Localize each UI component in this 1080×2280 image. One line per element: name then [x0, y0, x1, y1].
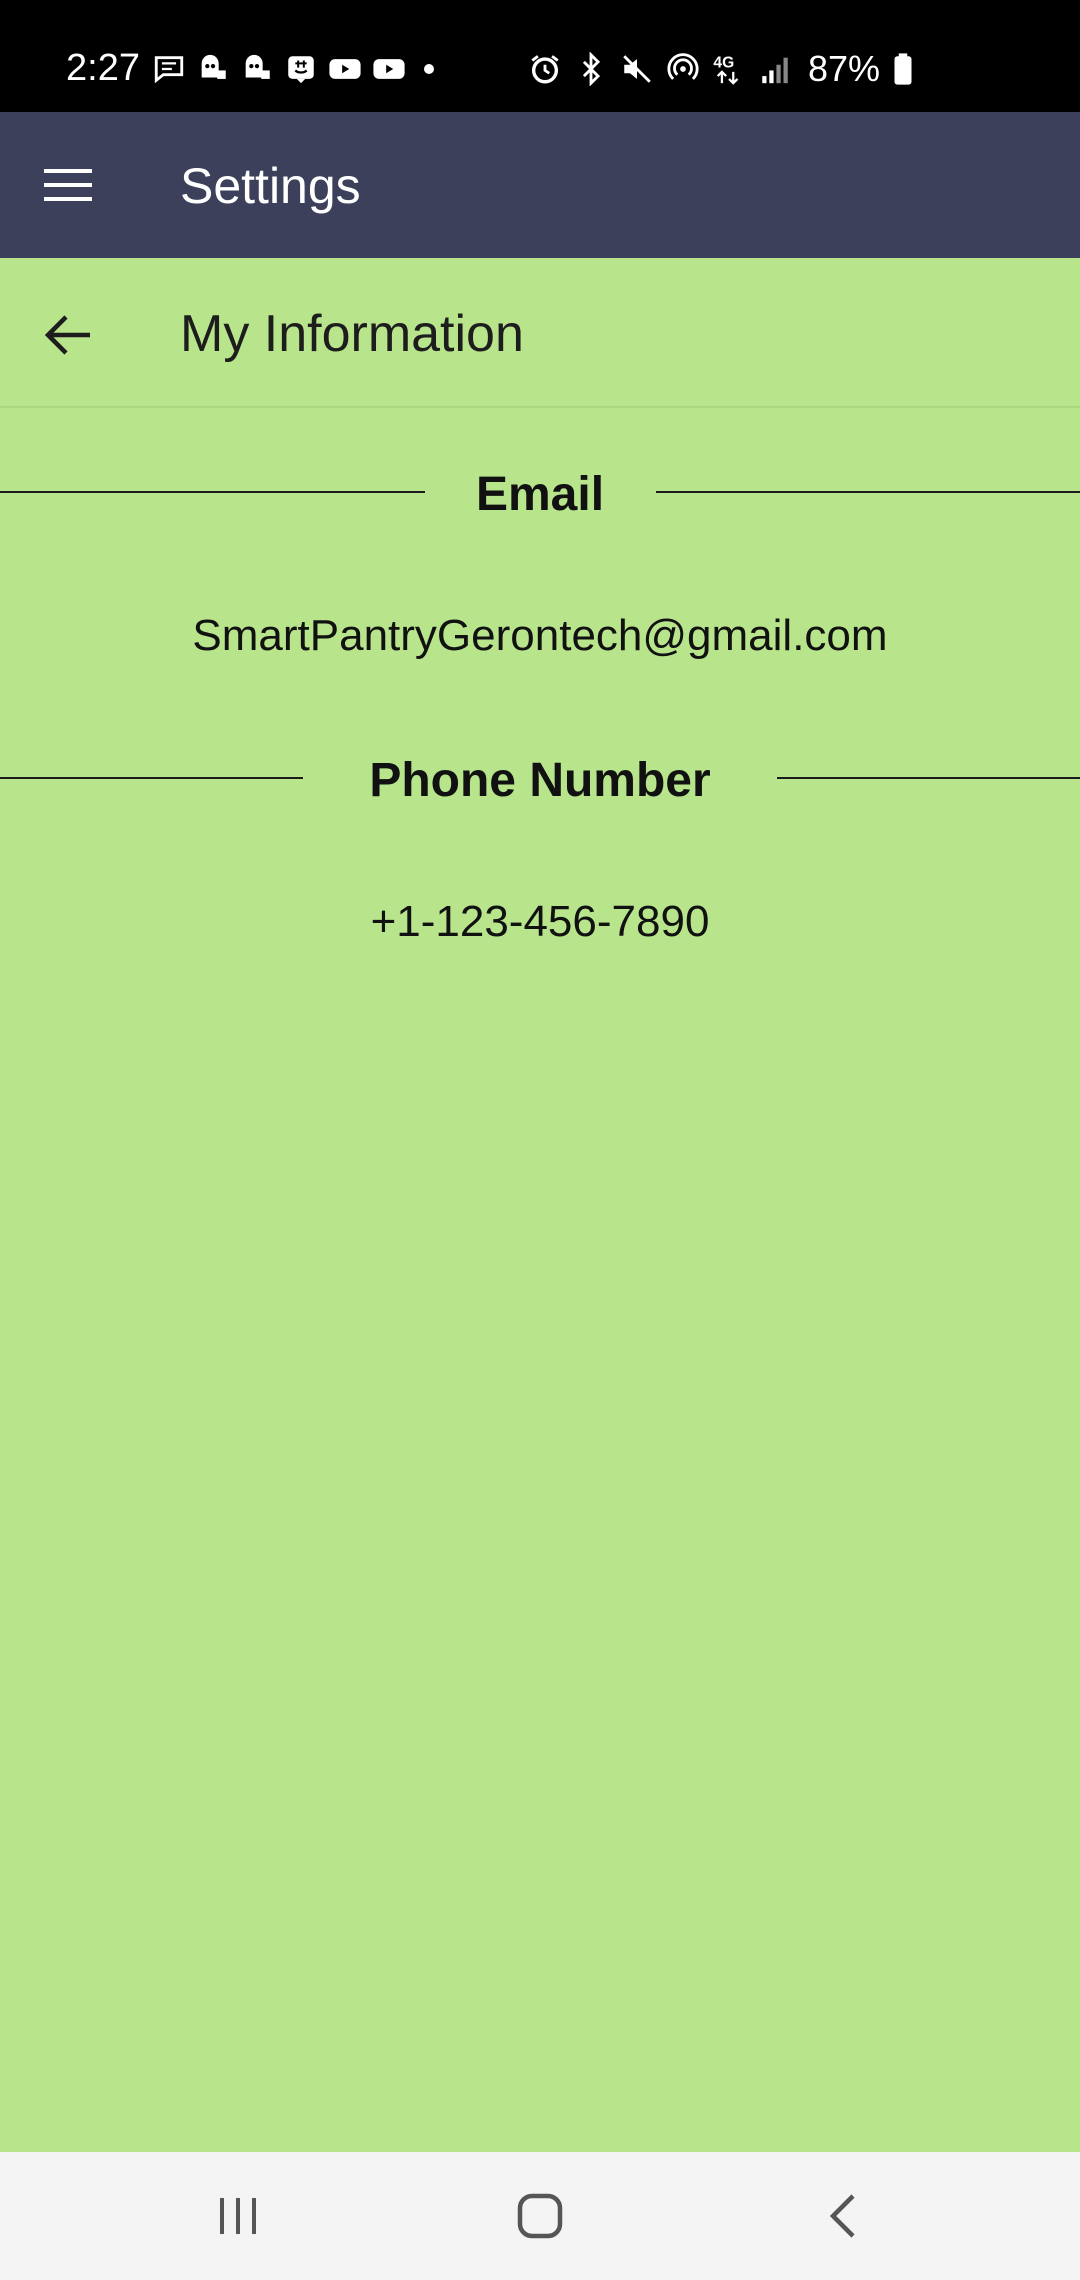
phone-label: Phone Number: [369, 754, 711, 807]
sub-header: My Information: [0, 258, 1080, 408]
email-value: SmartPantryGerontech@gmail.com: [192, 611, 888, 660]
alarm-icon: [528, 52, 562, 86]
hamburger-menu-icon[interactable]: [30, 150, 106, 220]
app-bar: Settings: [0, 112, 1080, 258]
battery-icon: [892, 52, 914, 86]
more-notifications-dot: [424, 64, 434, 74]
status-bar: 2:27 4G 87%: [0, 0, 1080, 112]
system-icons: 4G 87%: [528, 50, 914, 88]
message-icon: [152, 52, 186, 86]
signal-icon: [758, 52, 792, 86]
chat-icon: [284, 52, 318, 86]
email-section-header: Email: [0, 458, 1080, 528]
app-icon: [240, 52, 274, 86]
battery-percent: 87%: [808, 48, 881, 89]
page-title: Settings: [180, 158, 361, 214]
notification-icons: [152, 50, 434, 88]
youtube-icon: [328, 52, 362, 86]
mute-icon: [620, 52, 654, 86]
phone-section-header: Phone Number: [0, 744, 1080, 814]
recents-icon[interactable]: [178, 2176, 298, 2256]
arrow-back-icon[interactable]: [34, 300, 104, 370]
status-time: 2:27: [66, 47, 140, 89]
phone-value: +1-123-456-7890: [370, 897, 710, 946]
youtube-icon: [372, 52, 406, 86]
network-4g-icon: 4G: [712, 52, 746, 86]
hotspot-icon: [666, 52, 700, 86]
nav-back-icon[interactable]: [782, 2176, 902, 2256]
home-icon[interactable]: [480, 2176, 600, 2256]
sub-header-title: My Information: [180, 305, 524, 363]
svg-text:4G: 4G: [713, 55, 734, 72]
bluetooth-icon: [574, 52, 608, 86]
email-label: Email: [475, 468, 605, 521]
system-nav-bar: [0, 2152, 1080, 2280]
app-icon: [196, 52, 230, 86]
